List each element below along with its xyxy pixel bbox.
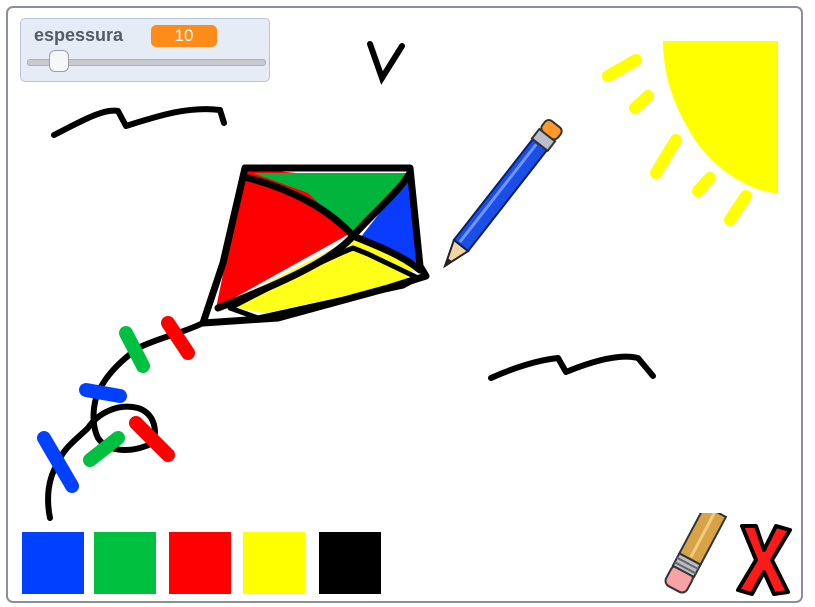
bird-drawing-right — [488, 353, 656, 381]
sun-drawing — [602, 41, 778, 226]
color-swatch-green[interactable] — [94, 532, 156, 594]
small-bird-mark — [367, 41, 405, 85]
eraser-icon[interactable] — [658, 513, 728, 599]
drawing-stage[interactable]: espessura 10 — [6, 6, 803, 603]
thickness-slider-knob[interactable] — [48, 50, 69, 72]
red-x-icon[interactable] — [734, 520, 794, 598]
kite-tail-drawing — [37, 316, 206, 521]
monitor-value: 10 — [151, 25, 217, 47]
monitor-label: espessura — [34, 25, 124, 45]
espessura-monitor: espessura 10 — [20, 18, 270, 82]
pencil-sprite[interactable] — [437, 118, 564, 272]
color-swatch-black[interactable] — [319, 532, 381, 594]
bird-drawing-left — [51, 106, 227, 138]
color-swatch-yellow[interactable] — [243, 532, 305, 594]
kite-drawing — [199, 164, 430, 327]
color-swatch-blue[interactable] — [22, 532, 84, 594]
color-swatch-red[interactable] — [169, 532, 231, 594]
